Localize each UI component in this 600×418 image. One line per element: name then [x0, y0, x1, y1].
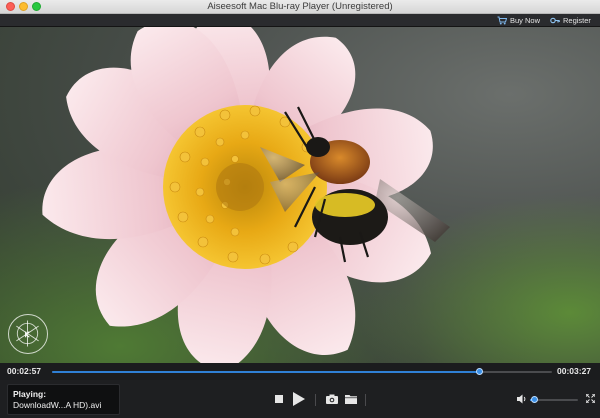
volume-handle[interactable]: [531, 396, 539, 403]
total-time: 00:03:27: [557, 366, 592, 376]
video-display[interactable]: [0, 27, 600, 363]
volume-slider[interactable]: [530, 396, 578, 403]
fullscreen-icon: [586, 394, 595, 403]
now-playing-filename: DownloadW...A HD).avi: [13, 400, 102, 410]
camera-icon: [326, 394, 338, 404]
play-icon: [293, 392, 305, 406]
buy-now-button[interactable]: Buy Now: [497, 15, 540, 26]
folder-icon: [345, 395, 357, 404]
open-file-button[interactable]: [345, 394, 357, 404]
stop-button[interactable]: [275, 395, 283, 403]
video-frame: [0, 27, 600, 363]
title-bar: Aiseesoft Mac Blu-ray Player (Unregister…: [0, 0, 600, 14]
now-playing-label: Playing:: [13, 389, 47, 399]
key-icon: [550, 17, 560, 24]
seek-progress: [52, 371, 480, 373]
seek-slider[interactable]: [52, 368, 552, 375]
logo-emblem-icon: [16, 320, 39, 347]
fullscreen-button[interactable]: [586, 394, 595, 403]
register-button[interactable]: Register: [550, 15, 591, 26]
seek-handle[interactable]: [476, 368, 483, 375]
register-label: Register: [563, 16, 591, 25]
play-button[interactable]: [293, 392, 305, 406]
mute-button[interactable]: [517, 394, 528, 404]
cart-icon: [497, 16, 507, 25]
separator: [315, 394, 316, 406]
separator: [365, 394, 366, 406]
seek-bar-row: 00:02:57 00:03:27: [0, 363, 600, 380]
buy-now-label: Buy Now: [510, 16, 541, 25]
speaker-icon: [517, 394, 526, 404]
top-toolbar: Buy Now Register: [0, 14, 600, 27]
watermark-logo: [8, 314, 48, 354]
elapsed-time: 00:02:57: [7, 366, 42, 376]
control-bar: Playing: DownloadW...A HD).avi: [0, 380, 600, 418]
stop-icon: [275, 395, 283, 403]
snapshot-button[interactable]: [326, 394, 338, 404]
window-title: Aiseesoft Mac Blu-ray Player (Unregister…: [207, 1, 393, 12]
now-playing-panel: Playing: DownloadW...A HD).avi: [7, 384, 120, 415]
